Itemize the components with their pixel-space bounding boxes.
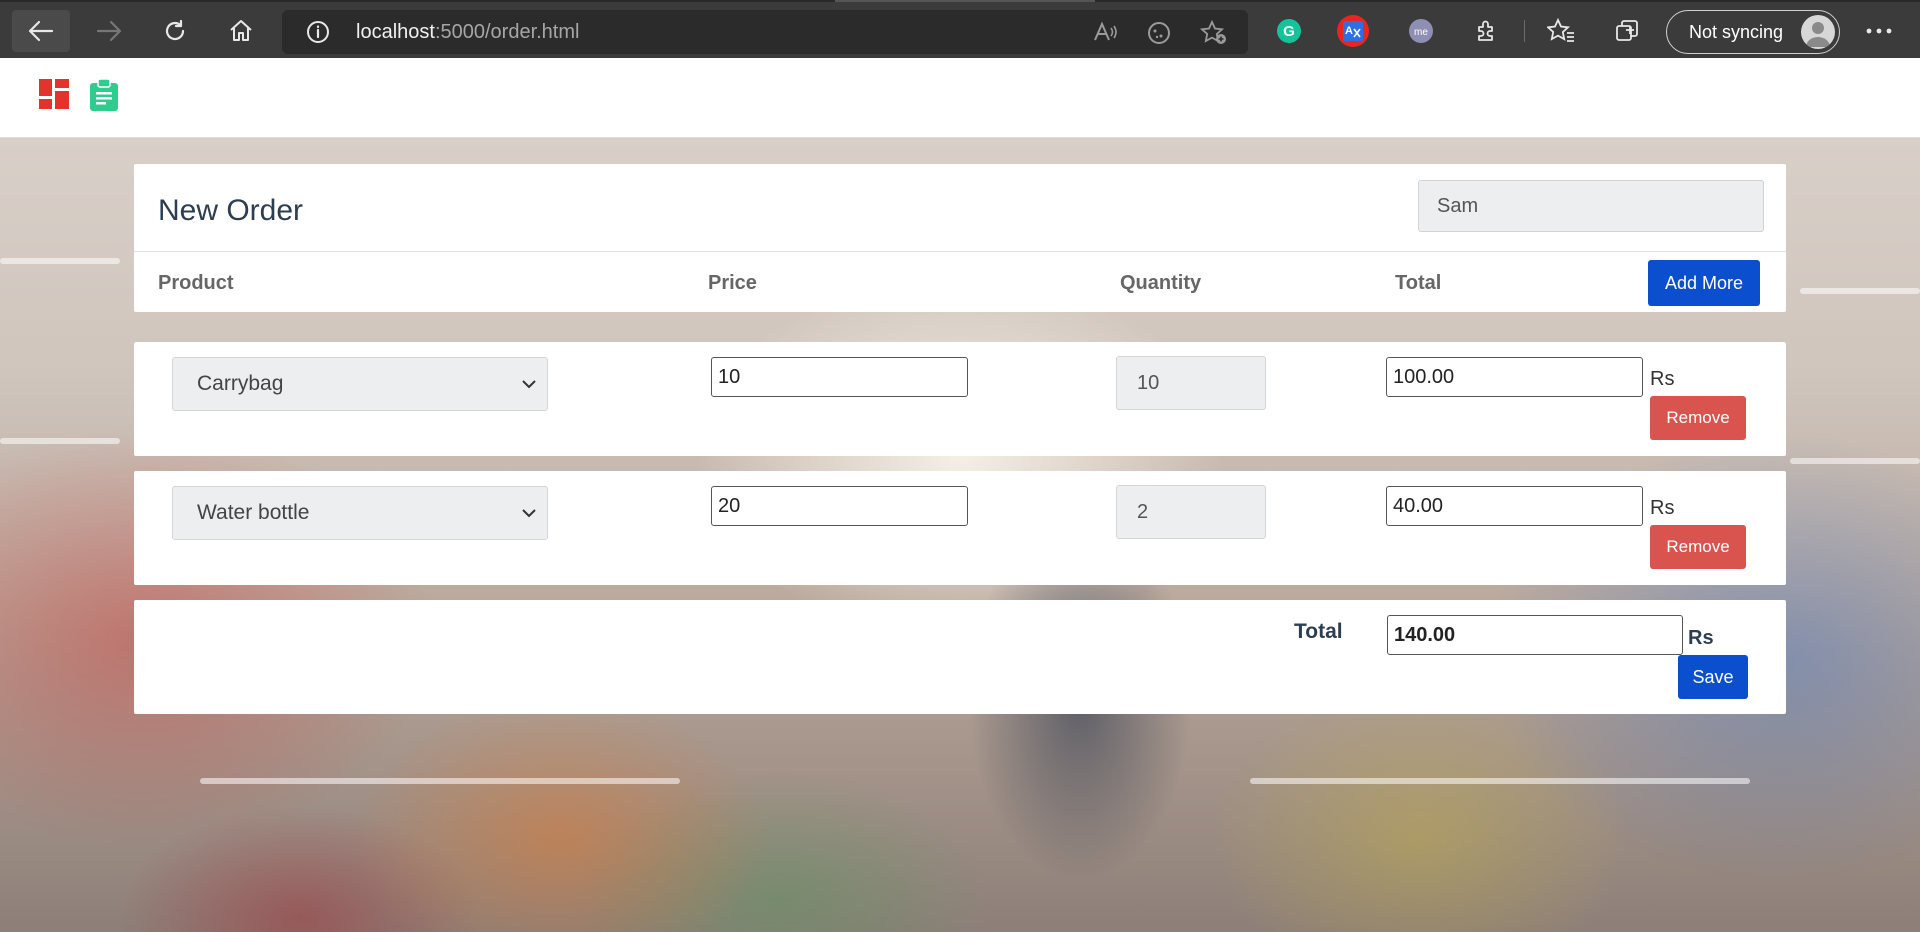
- add-more-button[interactable]: Add More: [1648, 260, 1760, 306]
- product-select-value: Water bottle: [197, 501, 310, 524]
- extensions-icon[interactable]: [1470, 14, 1504, 48]
- url-path: :5000/order.html: [434, 21, 580, 43]
- page-title: New Order: [158, 194, 304, 227]
- translate-icon[interactable]: A: [1336, 14, 1370, 48]
- forward-arrow-icon: [96, 20, 122, 42]
- order-header-card: New Order Product Price Quantity Total A…: [134, 164, 1786, 312]
- column-header-total: Total: [1395, 272, 1442, 294]
- price-input[interactable]: [711, 357, 968, 397]
- clipboard-order-icon[interactable]: [88, 78, 120, 112]
- site-info-icon[interactable]: [306, 20, 330, 44]
- more-options-icon[interactable]: [1860, 16, 1898, 46]
- row-total-input[interactable]: [1386, 486, 1643, 526]
- quantity-input[interactable]: 10: [1116, 356, 1266, 410]
- column-header-price: Price: [708, 272, 757, 294]
- column-header-product: Product: [158, 272, 234, 294]
- grammarly-icon[interactable]: G: [1272, 14, 1306, 48]
- svg-text:A: A: [1345, 25, 1353, 37]
- order-item-row: Carrybag 10 Rs Remove: [134, 342, 1786, 456]
- currency-label: Rs: [1650, 368, 1675, 390]
- reload-icon: [165, 19, 185, 41]
- save-button[interactable]: Save: [1678, 655, 1748, 699]
- toolbar-separator: [1524, 20, 1525, 42]
- currency-label: Rs: [1650, 497, 1675, 519]
- me-extension-icon[interactable]: me: [1404, 14, 1438, 48]
- read-aloud-icon[interactable]: [1092, 20, 1118, 44]
- url-text: localhost:5000/order.html: [356, 21, 579, 44]
- grand-total-currency: Rs: [1688, 627, 1714, 649]
- customer-name-input[interactable]: [1418, 180, 1764, 232]
- app-header: [0, 58, 1920, 138]
- order-total-card: Total Rs Save: [134, 600, 1786, 714]
- home-icon: [230, 20, 252, 41]
- chevron-down-icon: [522, 380, 536, 389]
- forward-button[interactable]: [80, 10, 138, 52]
- remove-button[interactable]: Remove: [1650, 396, 1746, 440]
- quantity-input[interactable]: 2: [1116, 485, 1266, 539]
- product-select[interactable]: Water bottle: [172, 486, 548, 540]
- column-header-quantity: Quantity: [1120, 272, 1202, 294]
- back-button[interactable]: [12, 10, 70, 52]
- remove-button[interactable]: Remove: [1650, 525, 1746, 569]
- profile-avatar-icon: [1801, 15, 1835, 49]
- svg-text:G: G: [1283, 23, 1295, 40]
- header-divider: [134, 251, 1786, 252]
- tab-indicator: [835, 0, 1095, 2]
- chevron-down-icon: [522, 509, 536, 518]
- profile-sync-button[interactable]: Not syncing: [1666, 10, 1840, 54]
- browser-toolbar: localhost:5000/order.html G A me Not syn…: [0, 0, 1920, 58]
- quantity-value: 2: [1137, 500, 1149, 523]
- add-favorite-icon[interactable]: [1200, 20, 1228, 46]
- cookie-icon[interactable]: [1146, 20, 1172, 46]
- dashboard-icon[interactable]: [38, 78, 70, 110]
- favorites-icon[interactable]: [1544, 14, 1578, 48]
- product-select-value: Carrybag: [197, 372, 284, 395]
- quantity-value: 10: [1137, 371, 1160, 394]
- order-item-row: Water bottle 2 Rs Remove: [134, 471, 1786, 585]
- address-bar[interactable]: localhost:5000/order.html: [282, 10, 1248, 54]
- product-select[interactable]: Carrybag: [172, 357, 548, 411]
- price-input[interactable]: [711, 486, 968, 526]
- grand-total-input[interactable]: [1387, 615, 1683, 655]
- home-button[interactable]: [212, 10, 270, 52]
- sync-status-label: Not syncing: [1689, 21, 1784, 42]
- collections-icon[interactable]: [1610, 14, 1644, 48]
- grand-total-label: Total: [1294, 620, 1343, 643]
- svg-text:me: me: [1414, 27, 1428, 38]
- back-arrow-icon: [28, 20, 54, 42]
- reload-button[interactable]: [146, 10, 204, 52]
- row-total-input[interactable]: [1386, 357, 1643, 397]
- url-host: localhost: [356, 21, 435, 43]
